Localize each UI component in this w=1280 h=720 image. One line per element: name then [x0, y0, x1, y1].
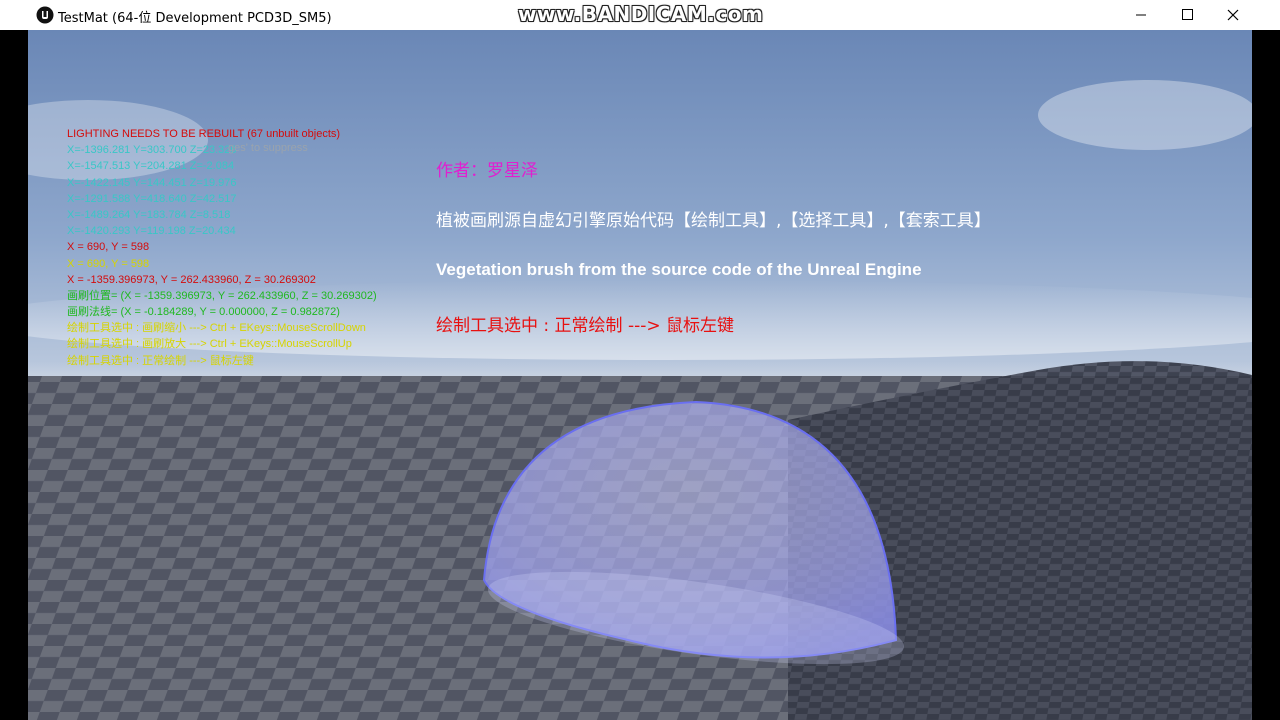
- game-viewport[interactable]: LIGHTING NEEDS TO BE REBUILT (67 unbuilt…: [28, 30, 1252, 720]
- hint-line: 绘制工具选中 : 画刷缩小 ---> Ctrl + EKeys::MouseSc…: [67, 322, 366, 335]
- coord-line: X=-1396.281 Y=303.700 Z=23.326: [67, 144, 237, 157]
- title-bar[interactable]: TestMat (64-位 Development PCD3D_SM5) www…: [0, 0, 1280, 30]
- coord-line: X=-1420.293 Y=119.198 Z=20.434: [67, 225, 236, 238]
- coord-line: X=-1291.588 Y=418.640 Z=42.517: [67, 192, 237, 205]
- coord-line: X=-1547.513 Y=204.281 Z=-2.084: [67, 160, 235, 173]
- maximize-icon: [1182, 9, 1193, 20]
- letterbox-right: [1252, 30, 1280, 720]
- hint-line: 绘制工具选中 : 正常绘制 ---> 鼠标左键: [67, 354, 254, 367]
- brush-normal: 画刷法线= (X = -0.184289, Y = 0.000000, Z = …: [67, 306, 340, 319]
- maximize-button[interactable]: [1164, 0, 1210, 30]
- unreal-engine-icon: [36, 6, 54, 24]
- bandicam-watermark: www.BANDICAM.com: [518, 2, 764, 26]
- lighting-warning: LIGHTING NEEDS TO BE REBUILT (67 unbuilt…: [67, 128, 341, 140]
- minimize-button[interactable]: [1118, 0, 1164, 30]
- minimize-icon: [1136, 14, 1146, 16]
- mouse-position-yellow: X = 690, Y = 598: [67, 257, 150, 270]
- author-label: 作者：罗星泽: [436, 161, 538, 181]
- brush-position: 画刷位置= (X = -1359.396973, Y = 262.433960,…: [67, 289, 377, 302]
- letterbox-left: [0, 30, 28, 720]
- cloud: [1038, 80, 1252, 150]
- close-icon: [1227, 9, 1239, 21]
- suppress-hint: ges' to suppress: [228, 142, 308, 154]
- close-button[interactable]: [1210, 0, 1256, 30]
- debug-hud: LIGHTING NEEDS TO BE REBUILT (67 unbuilt…: [67, 126, 377, 369]
- mouse-position-red: X = 690, Y = 598: [67, 241, 150, 254]
- coord-line: X=-1422.145 Y=144.451 Z=19.976: [67, 176, 237, 189]
- hit-position: X = -1359.396973, Y = 262.433960, Z = 30…: [67, 273, 316, 286]
- coord-line: X=-1489.264 Y=183.784 Z=8.518: [67, 208, 231, 221]
- hint-line: 绘制工具选中 : 画刷放大 ---> Ctrl + EKeys::MouseSc…: [67, 338, 352, 351]
- current-tool-label: 绘制工具选中 : 正常绘制 ---> 鼠标左键: [436, 316, 734, 336]
- chinese-description: 植被画刷源自虚幻引擎原始代码【绘制工具】,【选择工具】,【套索工具】: [436, 211, 991, 231]
- window-title: TestMat (64-位 Development PCD3D_SM5): [58, 11, 332, 26]
- english-description: Vegetation brush from the source code of…: [436, 260, 922, 279]
